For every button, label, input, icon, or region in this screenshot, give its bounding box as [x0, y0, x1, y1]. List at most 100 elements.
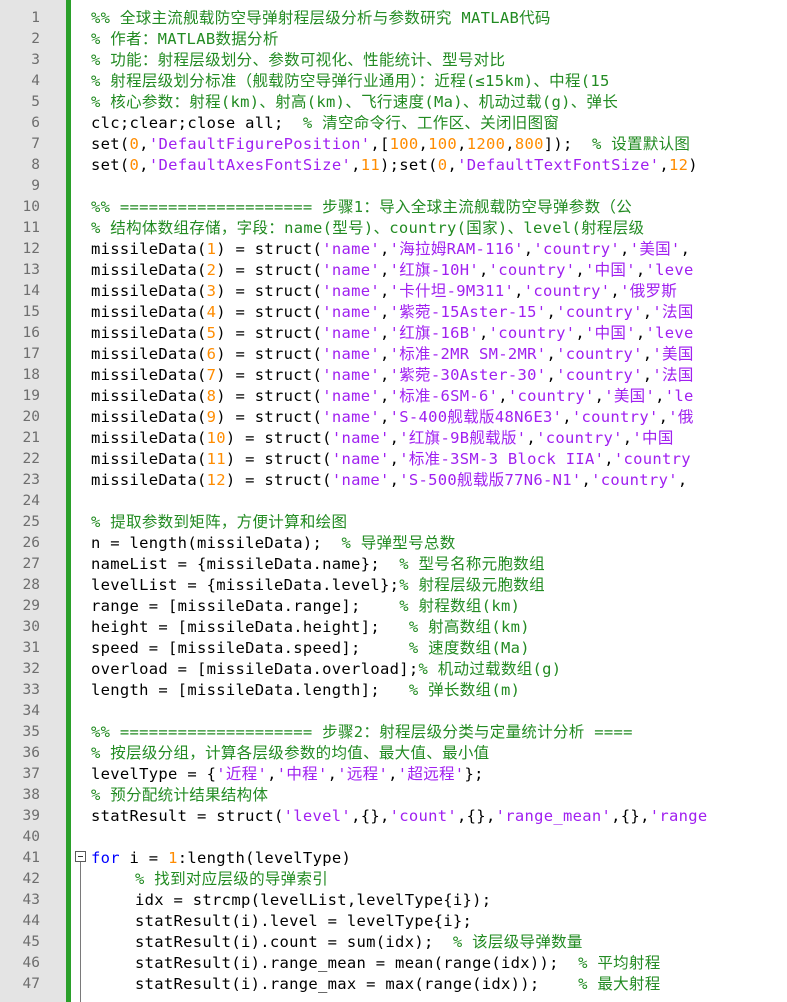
line-number: 41 — [22, 850, 40, 866]
code-line[interactable]: missileData(6) = struct('name','标准-2MR S… — [91, 344, 694, 365]
code-line[interactable]: missileData(7) = struct('name','紫菀-30Ast… — [91, 365, 694, 386]
string-token: 'DefaultAxesFontSize' — [148, 156, 352, 174]
text-token: ]); — [543, 135, 592, 153]
collapse-icon[interactable] — [75, 851, 86, 862]
code-line[interactable]: missileData(9) = struct('name','S-400舰载版… — [91, 407, 694, 428]
text-token: , — [659, 156, 669, 174]
string-token: '紫菀-30Aster-30' — [389, 366, 547, 384]
code-line[interactable]: missileData(11) = struct('name','标准-3SM-… — [91, 449, 691, 470]
line-number: 46 — [22, 955, 40, 971]
string-token: '俄 — [668, 408, 694, 426]
string-token: '中国' — [585, 261, 636, 279]
text-token: , — [575, 324, 585, 342]
code-editor[interactable]: 1 2 3 4 5 6 7 8 9 10 11 12 13 14 15 16 17 18 19 20 21 22 23 24 2… — [0, 0, 787, 1002]
code-line[interactable]: missileData(2) = struct('name','红旗-10H',… — [91, 260, 694, 281]
code-line[interactable]: statResult(i).level = levelType{i}; — [91, 911, 472, 932]
text-token: , — [635, 324, 646, 342]
line-number: 2 — [31, 31, 40, 47]
code-line[interactable]: % 找到对应层级的导弹索引 — [91, 869, 328, 890]
code-line[interactable]: set(0,'DefaultFigurePosition',[100,100,1… — [91, 134, 690, 155]
string-token: 'name' — [322, 366, 380, 384]
code-line[interactable]: % 按层级分组，计算各层级参数的均值、最大值、最小值 — [91, 743, 489, 764]
code-line[interactable]: length = [missileData.length]; % 弹长数组(m) — [91, 680, 520, 701]
text-token: ) — [688, 156, 698, 174]
code-line[interactable]: % 射程层级划分标准（舰载防空导弹行业通用）：近程(≤15km)、中程(15 — [91, 71, 610, 92]
code-line[interactable]: missileData(5) = struct('name','红旗-16B',… — [91, 323, 694, 344]
text-token: , — [546, 366, 557, 384]
string-token: 'country' — [571, 408, 659, 426]
string-token: 'country' — [488, 261, 576, 279]
string-token: '红旗-16B' — [389, 324, 480, 342]
string-token: 'name' — [322, 303, 380, 321]
string-token: 'country — [613, 450, 691, 468]
string-token: 'name' — [322, 240, 380, 258]
code-line[interactable]: n = length(missileData); % 导弹型号总数 — [91, 533, 456, 554]
code-line[interactable]: missileData(1) = struct('name','海拉姆RAM-1… — [91, 239, 690, 260]
text-token: statResult(i).range_mean = mean(range(id… — [135, 954, 579, 972]
code-line[interactable]: statResult = struct('level',{},'count',{… — [91, 806, 708, 827]
text-token: , — [622, 429, 633, 447]
code-line[interactable]: %% 全球主流舰载防空导弹射程层级分析与参数研究 MATLAB代码 — [91, 8, 551, 29]
text-token: missileData( — [91, 366, 207, 384]
code-line[interactable]: idx = strcmp(levelList,levelType{i}); — [91, 890, 491, 911]
text-token: , — [546, 345, 557, 363]
line-number: 23 — [22, 472, 40, 488]
code-line[interactable]: missileData(10) = struct('name','红旗-9B舰载… — [91, 428, 674, 449]
line-number: 10 — [22, 199, 40, 215]
string-token: '中国' — [585, 324, 636, 342]
line-number: 24 — [22, 493, 40, 509]
text-token: ,{}, — [351, 807, 390, 825]
code-line[interactable]: % 核心参数：射程(km)、射高(km)、飞行速度(Ma)、机动过载(g)、弹长 — [91, 92, 618, 113]
text-token: :length(levelType) — [177, 849, 352, 867]
code-line[interactable]: nameList = {missileData.name}; % 型号名称元胞数… — [91, 554, 545, 575]
code-line[interactable]: % 功能：射程层级划分、参数可视化、性能统计、型号对比 — [91, 50, 505, 71]
code-line[interactable]: clc;clear;close all; % 清空命令行、工作区、关闭旧图窗 — [91, 113, 559, 134]
code-line[interactable]: %% ==================== 步骤1：导入全球主流舰载防空导弹… — [91, 197, 632, 218]
code-line[interactable]: set(0,'DefaultAxesFontSize',11);set(0,'D… — [91, 155, 698, 176]
code-line[interactable]: missileData(12) = struct('name','S-500舰载… — [91, 470, 687, 491]
text-token: , — [498, 387, 508, 405]
line-number: 34 — [22, 703, 40, 719]
string-token: '俄罗斯 — [620, 282, 678, 300]
text-token: missileData( — [91, 282, 207, 300]
code-line[interactable]: statResult(i).range_mean = mean(range(id… — [91, 953, 661, 974]
code-area[interactable]: %% 全球主流舰载防空导弹射程层级分析与参数研究 MATLAB代码 % 作者：MA… — [71, 0, 787, 1002]
comment-token: % 结构体数组存储，字段：name(型号)、country(国家)、level(… — [91, 219, 645, 237]
code-line[interactable]: statResult(i).range_max = max(range(idx)… — [91, 974, 661, 995]
comment-token: % 作者：MATLAB数据分析 — [91, 30, 279, 48]
code-line[interactable]: missileData(3) = struct('name','卡什坦-9M31… — [91, 281, 677, 302]
string-token: '远程' — [337, 765, 389, 783]
code-line[interactable]: levelType = {'近程','中程','远程','超远程'}; — [91, 764, 484, 785]
text-token: , — [610, 282, 621, 300]
string-token: 'country' — [536, 429, 623, 447]
code-line[interactable]: overload = [missileData.overload];% 机动过载… — [91, 659, 561, 680]
code-line[interactable]: speed = [missileData.speed]; % 速度数组(Ma) — [91, 638, 530, 659]
code-line[interactable]: % 提取参数到矩阵，方便计算和绘图 — [91, 512, 347, 533]
line-number: 9 — [31, 178, 40, 194]
code-line[interactable]: levelList = {missileData.level};% 射程层级元胞… — [91, 575, 545, 596]
text-token: n = length(missileData); — [91, 534, 342, 552]
text-token: levelList = {missileData.level}; — [91, 576, 400, 594]
code-line[interactable]: % 结构体数组存储，字段：name(型号)、country(国家)、level(… — [91, 218, 644, 239]
text-token: idx = strcmp(levelList,levelType{i}); — [135, 891, 492, 909]
code-line[interactable]: range = [missileData.range]; % 射程数组(km) — [91, 596, 520, 617]
code-line[interactable]: % 预分配统计结果结构体 — [91, 785, 268, 806]
text-token: ) = struct( — [225, 450, 332, 468]
text-token: , — [379, 261, 390, 279]
code-line[interactable]: missileData(4) = struct('name','紫菀-15Ast… — [91, 302, 694, 323]
string-token: '卡什坦-9M311' — [389, 282, 515, 300]
text-token: statResult(i).level = levelType{i}; — [135, 912, 473, 930]
code-line[interactable]: for i = 1:length(levelType) — [91, 848, 351, 869]
text-token: );set( — [380, 156, 438, 174]
code-line[interactable]: % 作者：MATLAB数据分析 — [91, 29, 279, 50]
code-line[interactable]: height = [missileData.height]; % 射高数组(km… — [91, 617, 530, 638]
code-line[interactable]: missileData(8) = struct('name','标准-6SM-6… — [91, 386, 694, 407]
comment-token: %% 全球主流舰载防空导弹射程层级分析与参数研究 MATLAB代码 — [91, 9, 551, 27]
code-line[interactable]: statResult(i).count = sum(idx); % 该层级导弹数… — [91, 932, 583, 953]
code-line[interactable]: %% ==================== 步骤2：射程层级分类与定量统计分… — [91, 722, 633, 743]
string-token: 'country' — [556, 366, 643, 384]
text-token: ) = struct( — [216, 261, 323, 279]
text-token: , — [594, 387, 605, 405]
fold-guide-line — [80, 862, 81, 1002]
text-token: , — [604, 450, 614, 468]
